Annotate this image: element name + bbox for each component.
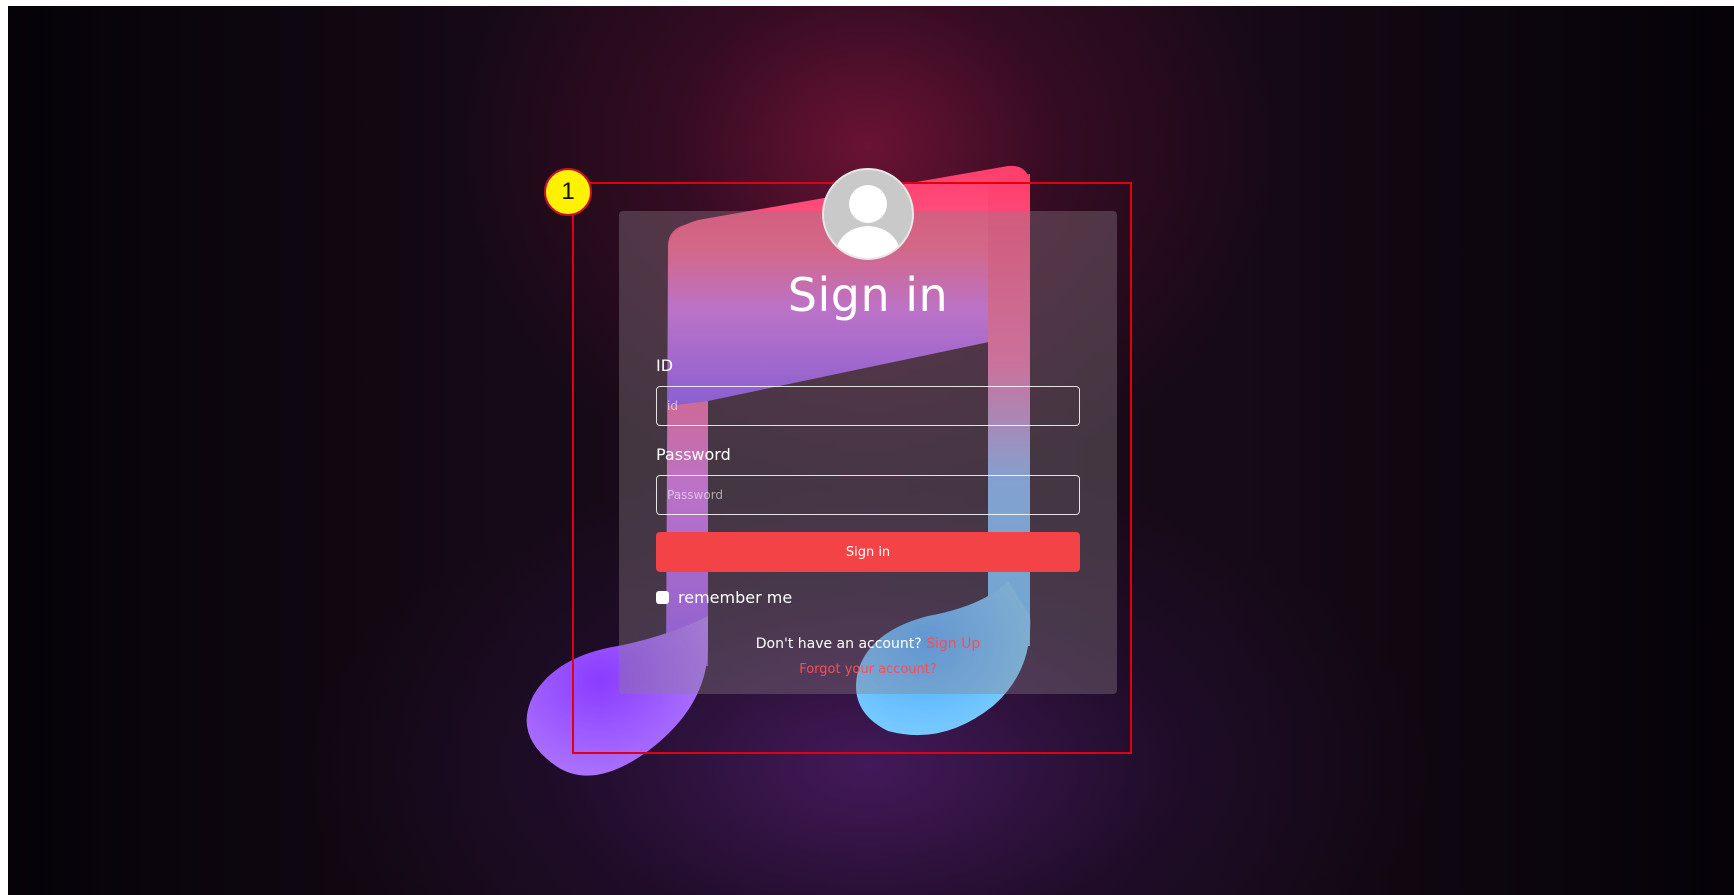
annotation-badge: 1	[544, 168, 592, 216]
remember-me-label: remember me	[678, 588, 793, 607]
id-label: ID	[656, 356, 674, 375]
remember-me-row[interactable]: remember me	[656, 588, 792, 607]
no-account-text: Don't have an account?	[755, 636, 922, 652]
avatar-icon	[822, 168, 914, 260]
password-label: Password	[656, 445, 731, 464]
forgot-account-link[interactable]: Forgot your account?	[619, 662, 1117, 677]
password-input[interactable]	[656, 475, 1080, 515]
sign-up-link[interactable]: Sign Up	[926, 636, 980, 652]
sign-in-button[interactable]: Sign in	[656, 532, 1080, 572]
checkbox-icon[interactable]	[656, 591, 669, 604]
page-title: Sign in	[787, 268, 949, 322]
id-input[interactable]	[656, 386, 1080, 426]
signup-prompt: Don't have an account? Sign Up	[619, 636, 1117, 652]
